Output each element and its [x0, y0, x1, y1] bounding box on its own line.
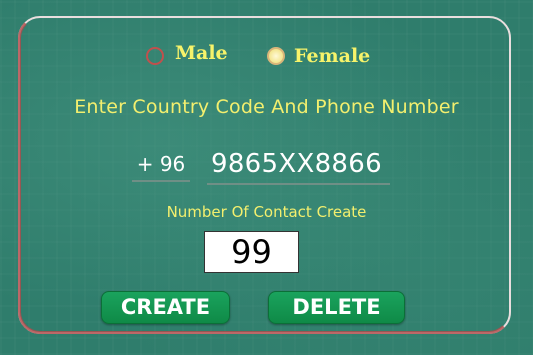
female-radio[interactable] [267, 47, 285, 65]
male-radio-label[interactable]: Male [175, 42, 228, 64]
contact-count-label: Number Of Contact Create [166, 203, 367, 221]
contact-count-input[interactable]: 99 [204, 231, 299, 273]
gender-selector: Male Female [0, 40, 533, 70]
country-code-input[interactable]: + 96 [132, 146, 190, 182]
male-radio[interactable] [146, 47, 164, 65]
female-radio-label[interactable]: Female [294, 45, 370, 67]
phone-number-input[interactable]: 9865XX8866 [207, 145, 390, 185]
phone-heading: Enter Country Code And Phone Number [74, 96, 459, 118]
delete-button[interactable]: DELETE [268, 291, 405, 324]
create-button[interactable]: CREATE [101, 291, 230, 324]
